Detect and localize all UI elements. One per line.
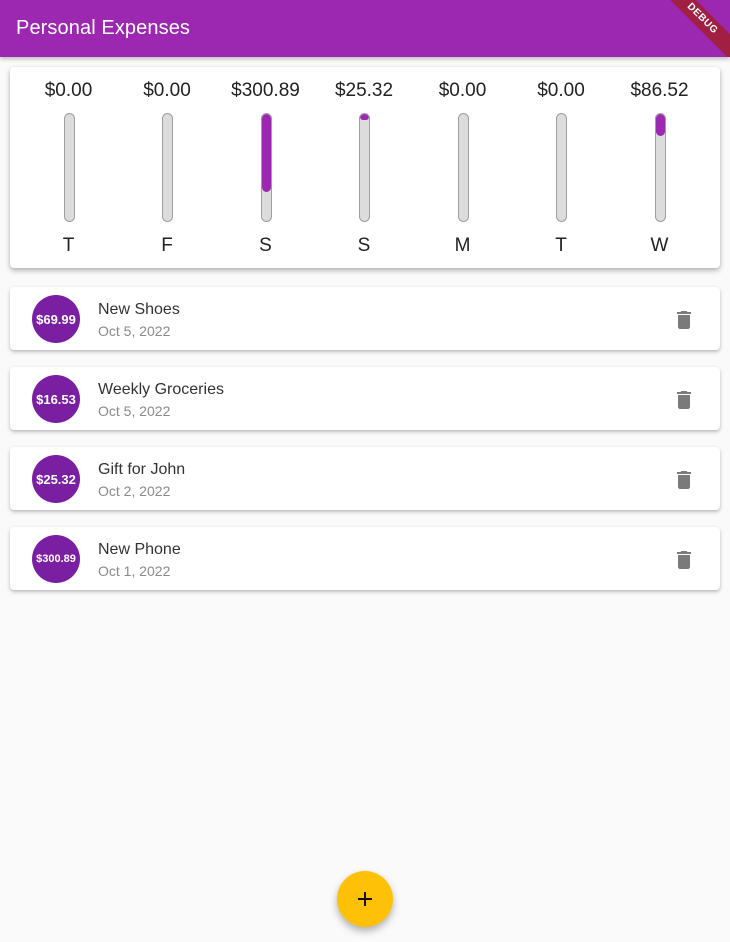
bar-day-label: T [62, 235, 75, 256]
bar-amount-label: $0.00 [438, 80, 487, 101]
bar-day-label: M [454, 235, 471, 256]
bar-fill [655, 114, 665, 137]
transaction-title: Weekly Groceries [98, 381, 224, 398]
chart-bar-column: $0.00 T [20, 67, 118, 268]
bar-day-label: S [357, 235, 371, 256]
bar-track [260, 113, 272, 222]
chart-bar-column: $0.00 F [118, 67, 216, 268]
amount-avatar: $16.53 [32, 375, 80, 423]
weekly-chart: $0.00 T $0.00 F $300.89 S $25.32 S $0.00 M $0.00 T $… [10, 67, 720, 268]
delete-button[interactable] [672, 308, 696, 332]
trash-icon [677, 471, 691, 489]
chart-bar-column: $300.89 S [217, 67, 315, 268]
bar-fill [261, 114, 271, 193]
chart-bar-column: $25.32 S [315, 67, 413, 268]
transaction-item: $16.53 Weekly Groceries Oct 5, 2022 [10, 367, 720, 430]
bar-amount-label: $0.00 [44, 80, 93, 101]
bar-track [457, 113, 469, 222]
bar-track [359, 113, 370, 222]
chart-bars: $0.00 T $0.00 F $300.89 S $25.32 S $0.00 M $0.00 T $… [10, 67, 720, 268]
debug-banner: DEBUG [653, 0, 730, 57]
app-bar: Personal Expenses DEBUG [0, 0, 730, 57]
bar-amount-label: $25.32 [334, 80, 394, 101]
delete-button[interactable] [672, 468, 696, 492]
delete-button[interactable] [672, 548, 696, 572]
bar-amount-label: $300.89 [231, 80, 300, 101]
amount-avatar: $69.99 [32, 295, 80, 343]
transaction-date: Oct 5, 2022 [98, 323, 171, 339]
chart-bar-column: $0.00 T [512, 67, 610, 268]
transaction-date: Oct 1, 2022 [98, 563, 171, 579]
app-title: Personal Expenses [16, 17, 191, 39]
transaction-date: Oct 5, 2022 [98, 403, 171, 419]
trash-icon [677, 391, 691, 409]
bar-track [162, 113, 173, 222]
bar-track [654, 113, 666, 222]
transaction-item: $25.32 Gift for John Oct 2, 2022 [10, 447, 720, 510]
bar-day-label: T [555, 235, 567, 256]
transaction-date: Oct 2, 2022 [98, 483, 171, 499]
amount-avatar: $300.89 [32, 535, 80, 583]
bar-amount-label: $0.00 [143, 80, 191, 101]
bar-day-label: S [259, 235, 272, 256]
bar-fill [360, 114, 369, 121]
transaction-title: Gift for John [98, 461, 186, 478]
amount-avatar: $25.32 [32, 455, 80, 503]
bar-amount-label: $86.52 [630, 80, 689, 101]
bar-day-label: F [161, 235, 173, 256]
transaction-item: $69.99 New Shoes Oct 5, 2022 [10, 287, 720, 350]
chart-bar-column: $86.52 W [611, 67, 709, 268]
delete-button[interactable] [672, 388, 696, 412]
bar-track [63, 113, 75, 222]
transaction-list: $69.99 New Shoes Oct 5, 2022 $16.53 Week… [10, 287, 720, 607]
bar-track [556, 113, 567, 222]
bar-amount-label: $0.00 [537, 80, 585, 101]
chart-bar-column: $0.00 M [414, 67, 512, 268]
bar-day-label: W [650, 235, 669, 256]
transaction-item: $300.89 New Phone Oct 1, 2022 [10, 527, 720, 590]
add-transaction-button[interactable] [337, 871, 393, 927]
trash-icon [677, 551, 691, 569]
transaction-title: New Phone [98, 541, 181, 558]
add-icon [358, 892, 372, 906]
trash-icon [677, 311, 691, 329]
transaction-title: New Shoes [98, 301, 180, 318]
